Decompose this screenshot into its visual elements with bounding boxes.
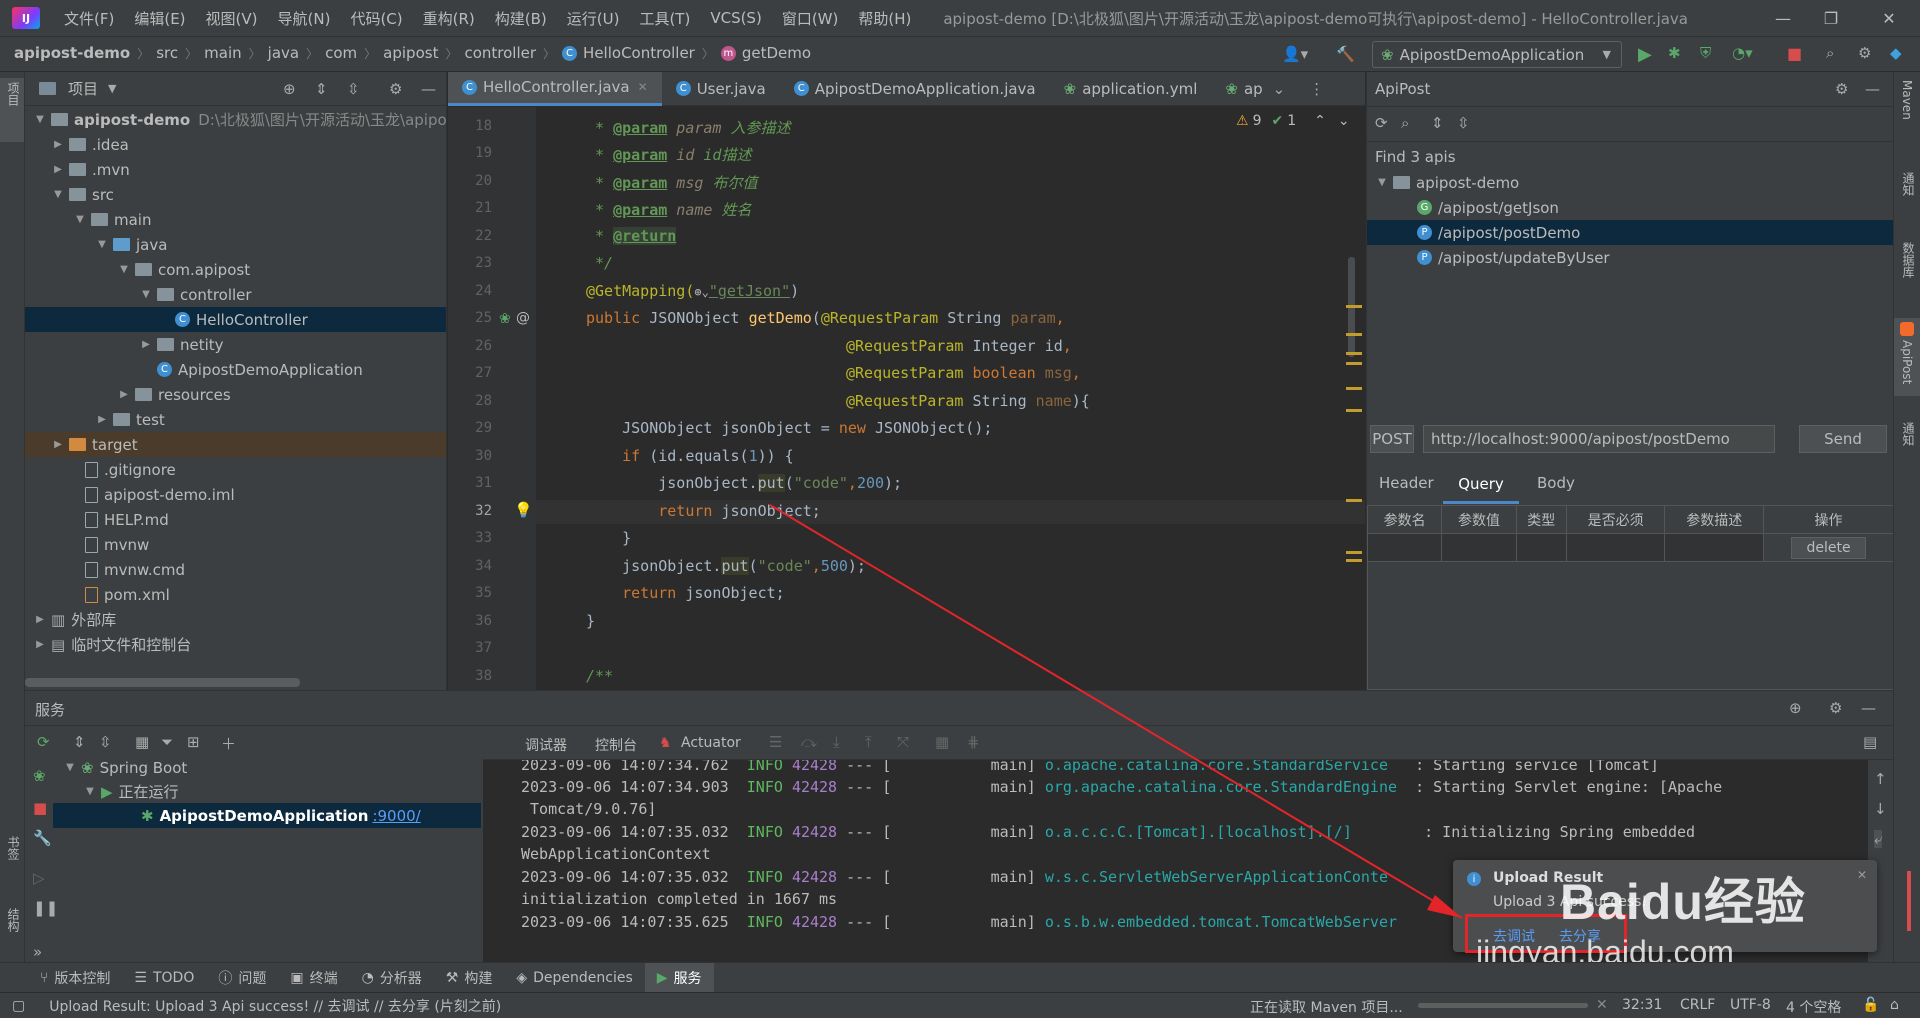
- annotation-arrow-line: [769, 504, 1463, 919]
- indent-setting[interactable]: 4 个空格: [1786, 997, 1841, 1017]
- toolwindow-dependencies[interactable]: ◈ Dependencies: [504, 970, 644, 986]
- toolwindow-vcs[interactable]: ⑂ 版本控制: [0, 968, 122, 988]
- status-bar: ▢ Upload Result: Upload 3 Api success! /…: [0, 992, 1920, 1018]
- cancel-task-icon[interactable]: ✕: [1596, 997, 1608, 1013]
- toolwindow-services[interactable]: ▶ 服务: [644, 962, 714, 993]
- file-encoding[interactable]: UTF-8: [1730, 997, 1771, 1013]
- notifications-icon[interactable]: ⌂: [1890, 997, 1899, 1013]
- toolwindow-todo[interactable]: ☰ TODO: [122, 970, 206, 986]
- annotation-arrowhead: [1427, 895, 1462, 918]
- branch-icon: ⑂: [40, 969, 49, 986]
- baidu-watermark-logo: Baidu经验: [1560, 874, 1806, 930]
- toolwindow-build[interactable]: ⚒ 构建: [434, 968, 505, 988]
- toolwindow-problems[interactable]: ⓘ 问题: [206, 968, 278, 988]
- line-separator[interactable]: CRLF: [1680, 997, 1715, 1013]
- panel-toggle-icon[interactable]: ▢: [12, 998, 25, 1014]
- toolwindow-terminal[interactable]: ▣ 终端: [278, 968, 349, 988]
- tool-window-bar: ⑂ 版本控制 ☰ TODO ⓘ 问题 ▣ 终端 ◔ 分析器 ⚒ 构建 ◈ Dependenci…: [0, 962, 1920, 993]
- list-icon: ☰: [134, 969, 147, 986]
- services-icon: ▶: [656, 969, 668, 986]
- dependencies-icon: ◈: [516, 969, 528, 986]
- background-task[interactable]: 正在读取 Maven 项目...: [1250, 997, 1403, 1017]
- build-hammer-icon: ⚒: [445, 969, 459, 986]
- caret-position[interactable]: 32:31: [1622, 997, 1662, 1013]
- toolwindow-profiler[interactable]: ◔ 分析器: [350, 968, 434, 988]
- problems-icon: ⓘ: [218, 970, 233, 987]
- status-message[interactable]: Upload Result: Upload 3 Api success! // …: [49, 996, 501, 1016]
- profiler-icon: ◔: [361, 969, 374, 986]
- terminal-icon: ▣: [290, 969, 304, 986]
- readonly-lock-icon[interactable]: 🔓: [1862, 997, 1879, 1013]
- task-progress-bar: [1418, 1003, 1588, 1008]
